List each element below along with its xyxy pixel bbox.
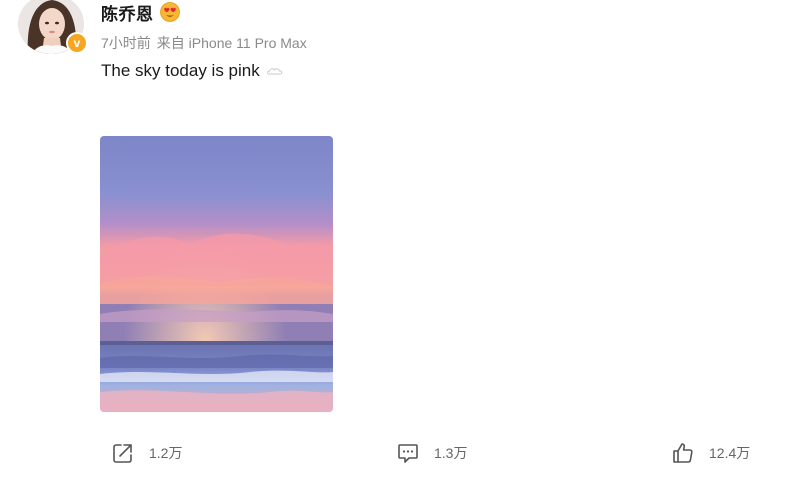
comment-count: 1.3万 [434, 445, 468, 461]
comment-button[interactable]: 1.3万 [396, 436, 467, 470]
share-count: 1.2万 [149, 445, 183, 461]
share-icon [113, 444, 132, 463]
verified-badge-icon: v [66, 32, 88, 54]
cloud-emoji-icon [266, 68, 283, 75]
verified-badge-label: v [73, 36, 81, 50]
post-time: 7小时前 [101, 35, 151, 51]
username[interactable]: 陈乔恩 [101, 0, 154, 25]
post-photo-sunset-beach[interactable] [100, 136, 333, 412]
post-text-row: The sky today is pink [101, 61, 284, 81]
post-meta: 7小时前 来自 iPhone 11 Pro Max [101, 33, 307, 53]
thumbs-up-icon [673, 443, 693, 463]
like-count: 12.4万 [709, 445, 751, 461]
username-row: 陈乔恩 [101, 0, 181, 24]
action-bar: 1.2万 1.3万 12.4万 [0, 436, 800, 470]
post-source[interactable]: 来自 iPhone 11 Pro Max [157, 33, 307, 53]
author-avatar-wrap[interactable]: v [16, 0, 88, 56]
comment-icon [398, 444, 418, 463]
post-text: The sky today is pink [101, 61, 260, 80]
like-button[interactable]: 12.4万 [671, 436, 750, 470]
weibo-post: v 陈乔恩 7小时前 来自 iPhone 11 Pro Max The sky … [0, 0, 800, 480]
share-button[interactable]: 1.2万 [111, 436, 182, 470]
heart-eyes-emoji-icon [159, 2, 180, 22]
